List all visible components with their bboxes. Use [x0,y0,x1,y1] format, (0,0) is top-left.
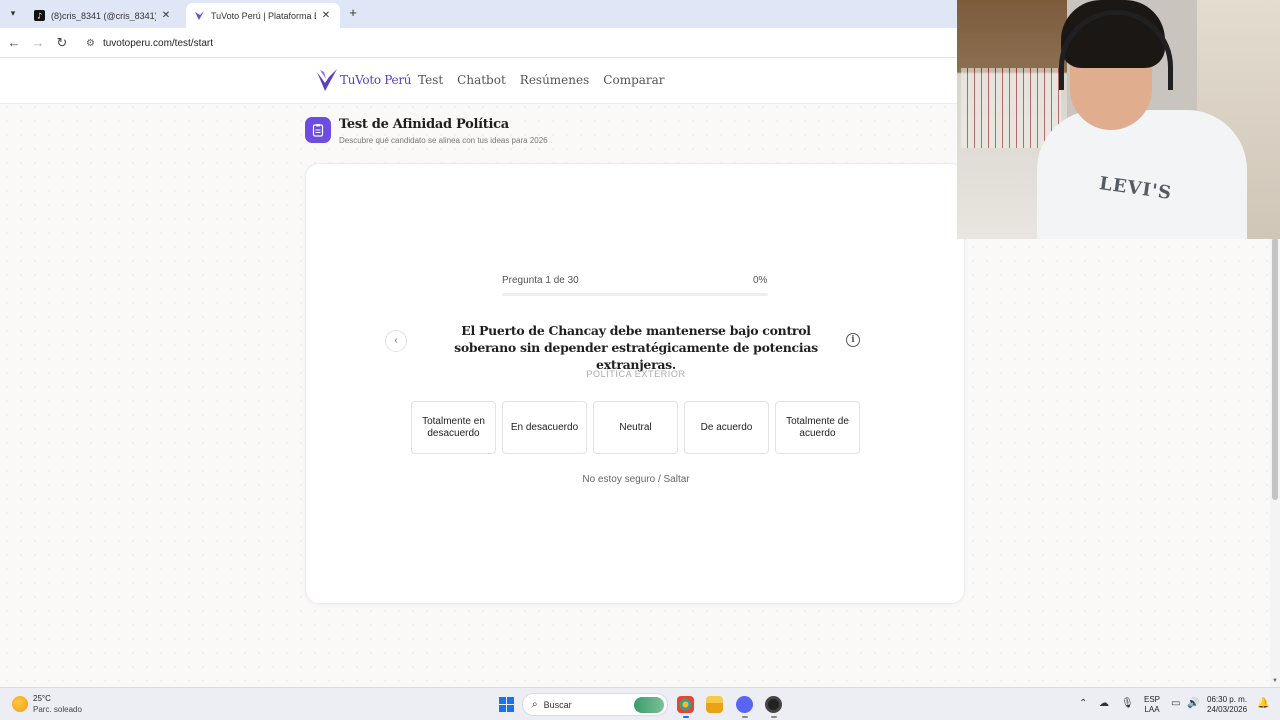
tab-tuvoto[interactable]: TuVoto Perú | Plataforma Electo ✕ [186,3,340,28]
tab-tiktok[interactable]: ♪ (8)cris_8341 (@cris_8341) | TikTo ✕ [26,3,180,28]
answer-options: Totalmente en desacuerdo En desacuerdo N… [411,401,860,454]
info-icon[interactable]: i [846,333,860,347]
tab-list-chevron-icon[interactable]: ▾ [5,5,21,21]
option-neutral[interactable]: Neutral [593,401,678,454]
windows-start-icon[interactable] [499,697,514,712]
progress-label: Pregunta 1 de 30 [502,275,579,286]
back-arrow-icon[interactable]: ← [6,35,22,51]
question-text: El Puerto de Chancay debe mantenerse baj… [454,323,818,372]
scroll-down-icon[interactable]: ▼ [1271,678,1279,684]
option-totalmente-en-desacuerdo[interactable]: Totalmente en desacuerdo [411,401,496,454]
chevron-up-icon[interactable]: ⌃ [1079,698,1087,709]
partly-sunny-icon [12,696,28,712]
tuvoto-logo-icon [317,69,337,91]
svg-text:♪: ♪ [37,12,42,21]
taskbar-search[interactable]: ⌕ Buscar [522,693,668,716]
discord-icon[interactable] [736,696,753,713]
nav-comparar[interactable]: Comparar [603,73,664,87]
weather-temperature: 25°C [33,694,51,703]
chrome-icon[interactable] [677,696,694,713]
search-placeholder: Buscar [543,699,572,710]
nav-chatbot[interactable]: Chatbot [457,73,506,87]
address-bar[interactable]: ⚙ tuvotoperu.com/test/start [80,31,950,55]
tab-title: TuVoto Perú | Plataforma Electo [211,10,316,21]
close-icon[interactable]: ✕ [320,10,332,21]
nav-resumenes[interactable]: Resúmenes [520,73,590,87]
onedrive-cloud-icon[interactable]: ☁ [1099,698,1109,709]
close-icon[interactable]: ✕ [160,10,172,21]
weather-description: Parc. soleado [33,705,82,714]
search-highlight-image [634,697,664,713]
logo-text: TuVoto Perú [340,73,412,87]
option-en-desacuerdo[interactable]: En desacuerdo [502,401,587,454]
nav-test[interactable]: Test [418,73,443,87]
tiktok-icon: ♪ [34,10,45,21]
previous-question-button[interactable]: ‹ [385,330,407,352]
forward-arrow-icon[interactable]: → [30,35,46,51]
option-de-acuerdo[interactable]: De acuerdo [684,401,769,454]
network-icon[interactable]: ▭ [1171,698,1180,709]
clipboard-icon [305,117,331,143]
search-icon: ⌕ [532,699,538,710]
webcam-overlay: LEVI'S [957,0,1280,239]
clock-time: 06:30 p. m. [1207,695,1248,704]
volume-icon[interactable]: 🔊 [1187,698,1199,709]
active-app-indicator [683,716,689,718]
question-card: Pregunta 1 de 30 0% ‹ El Puerto de Chanc… [305,163,965,604]
scrollbar-thumb[interactable] [1272,238,1278,500]
option-totalmente-de-acuerdo[interactable]: Totalmente de acuerdo [775,401,860,454]
tuvoto-favicon-icon [194,10,205,21]
page-title: Test de Afinidad Política [339,117,509,132]
obs-icon[interactable] [765,696,782,713]
app-indicator [742,716,748,718]
keyboard-layout: LAA [1144,705,1160,714]
tab-title: (8)cris_8341 (@cris_8341) | TikTo [51,10,156,21]
language-code: ESP [1144,695,1161,704]
question-category: POLÍTICA EXTERIOR [586,369,686,379]
windows-taskbar: 25°C Parc. soleado ⌕ Buscar ⌃ ☁ 🎙 ESP LA… [0,687,1280,720]
file-explorer-icon[interactable] [706,696,723,713]
app-indicator [771,716,777,718]
url-text: tuvotoperu.com/test/start [102,37,214,49]
skip-link[interactable]: No estoy seguro / Saltar [486,474,786,485]
notification-icon[interactable]: 🔔 [1257,698,1269,709]
weather-widget[interactable]: 25°C Parc. soleado [12,694,82,714]
progress-percent: 0% [753,275,768,286]
new-tab-plus-icon[interactable]: + [346,6,360,20]
language-indicator[interactable]: ESP LAA [1144,695,1160,715]
page-subtitle: Descubre qué candidato se alinea con tus… [339,136,548,145]
system-clock[interactable]: 06:30 p. m. 24/03/2026 [1207,695,1247,715]
clock-date: 24/03/2026 [1207,705,1248,714]
site-logo[interactable]: TuVoto Perú [316,67,411,93]
webcam-person-shirt [1037,110,1247,239]
test-header: Test de Afinidad Política Descubre qué c… [305,117,548,145]
site-settings-icon[interactable]: ⚙ [86,38,95,49]
main-nav: Test Chatbot Resúmenes Comparar [418,73,665,87]
reload-icon[interactable]: ↻ [54,35,70,51]
microphone-icon[interactable]: 🎙 [1121,698,1134,709]
progress-bar [502,293,768,296]
